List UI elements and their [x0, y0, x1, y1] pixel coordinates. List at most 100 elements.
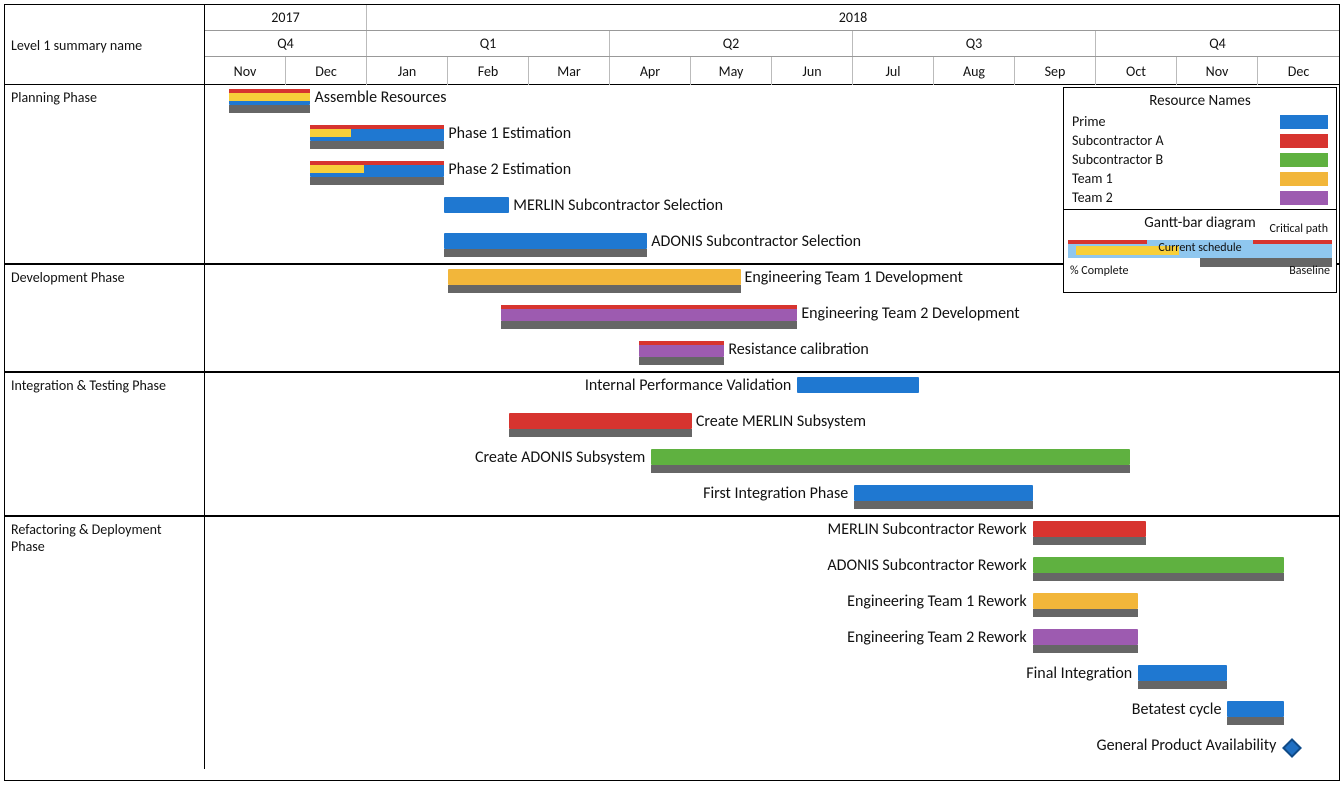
legend-item: Team 2: [1064, 188, 1336, 207]
task-label: ADONIS Subcontractor Rework: [827, 556, 1026, 575]
year-label: 2018: [367, 5, 1339, 30]
milestone-icon: [1282, 738, 1302, 758]
task-row: Internal Performance Validation: [205, 373, 1339, 409]
month-label: Aug: [934, 57, 1015, 85]
schedule-bar: [1033, 557, 1285, 573]
legend-critical-label: Critical path: [1270, 222, 1328, 236]
task-row: First Integration Phase: [205, 481, 1339, 517]
baseline-bar: [1227, 717, 1284, 725]
schedule-bar: [1138, 665, 1227, 681]
gantt-chart: Level 1 summary name 20172018 Q4Q1Q2Q3Q4…: [4, 4, 1340, 781]
gantt-bar: [651, 449, 1130, 475]
legend-swatch: [1280, 153, 1328, 167]
baseline-bar: [1033, 609, 1138, 617]
schedule-bar: [444, 233, 647, 249]
task-row: Betatest cycle: [205, 697, 1339, 733]
phase: Refactoring & Deployment PhaseMERLIN Sub…: [5, 517, 1339, 769]
task-label: Create ADONIS Subsystem: [475, 448, 645, 467]
task-label: Resistance calibration: [728, 340, 869, 359]
month-label: Nov: [205, 57, 286, 85]
month-label: Jul: [853, 57, 934, 85]
task-label: Assemble Resources: [314, 88, 446, 107]
legend-item: Prime: [1064, 112, 1336, 131]
month-label: May: [691, 57, 772, 85]
legend-complete-label: % Complete: [1070, 264, 1128, 278]
schedule-bar: [1033, 521, 1147, 537]
task-label: Create MERLIN Subsystem: [696, 412, 866, 431]
task-label: Phase 1 Estimation: [448, 124, 571, 143]
task-label: Phase 2 Estimation: [448, 160, 571, 179]
phase: Integration & Testing PhaseInternal Perf…: [5, 373, 1339, 517]
gantt-bar: [1227, 701, 1284, 727]
gantt-bar: [1033, 593, 1138, 619]
month-label: Dec: [1258, 57, 1339, 85]
legend-item: Team 1: [1064, 169, 1336, 188]
task-label: ADONIS Subcontractor Selection: [651, 232, 861, 251]
schedule-bar: [1033, 629, 1138, 645]
baseline-bar: [639, 357, 724, 365]
percent-complete-bar: [310, 129, 350, 137]
task-row: ADONIS Subcontractor Rework: [205, 553, 1339, 589]
legend-swatch: [1280, 115, 1328, 129]
task-label: Engineering Team 2 Rework: [847, 628, 1027, 647]
month-label: Feb: [448, 57, 529, 85]
chart-header: Level 1 summary name 20172018 Q4Q1Q2Q3Q4…: [5, 5, 1339, 85]
percent-complete-bar: [310, 165, 364, 173]
gantt-bar: [1033, 557, 1285, 583]
baseline-bar: [1138, 681, 1227, 689]
gantt-bar: [639, 341, 724, 367]
baseline-bar: [1033, 537, 1147, 545]
month-label: Jun: [772, 57, 853, 85]
legend-title: Resource Names: [1064, 88, 1336, 112]
quarter-label: Q3: [853, 31, 1096, 56]
gantt-bar: [854, 485, 1033, 511]
schedule-bar: [797, 377, 919, 393]
task-row: Final Integration: [205, 661, 1339, 697]
task-label: Engineering Team 1 Rework: [847, 592, 1027, 611]
timeline-header: 20172018 Q4Q1Q2Q3Q4 NovDecJanFebMarAprMa…: [205, 5, 1339, 85]
gantt-bar: [310, 161, 444, 187]
schedule-bar: [854, 485, 1033, 501]
legend-item: Subcontractor A: [1064, 131, 1336, 150]
gantt-bar: [444, 197, 509, 223]
legend-swatch: [1280, 191, 1328, 205]
legend-diagram: Critical path Current schedule % Complet…: [1064, 234, 1336, 292]
gantt-bar: [229, 89, 310, 115]
percent-complete-bar: [229, 93, 310, 101]
gantt-bar: [1033, 629, 1138, 655]
baseline-bar: [1033, 573, 1285, 581]
legend-item-label: Team 1: [1072, 170, 1113, 187]
legend-box: Resource Names Prime Subcontractor A Subco…: [1063, 87, 1337, 293]
gantt-bar: [444, 233, 647, 259]
task-label: First Integration Phase: [703, 484, 848, 503]
task-row: Create ADONIS Subsystem: [205, 445, 1339, 481]
phase-label: Development Phase: [5, 265, 205, 371]
gantt-bar: [448, 269, 740, 295]
task-label: Final Integration: [1026, 664, 1132, 683]
legend-schedule-label: Current schedule: [1064, 241, 1336, 255]
legend-item-label: Prime: [1072, 113, 1105, 130]
schedule-bar: [509, 413, 692, 429]
legend-swatch: [1280, 134, 1328, 148]
month-label: Oct: [1096, 57, 1177, 85]
task-row: General Product Availability: [205, 733, 1339, 769]
legend-item-label: Team 2: [1072, 189, 1113, 206]
baseline-bar: [854, 501, 1033, 509]
chart-body: Resource Names Prime Subcontractor A Subco…: [5, 85, 1339, 780]
baseline-bar: [310, 141, 444, 149]
quarter-label: Q2: [610, 31, 853, 56]
task-row: MERLIN Subcontractor Rework: [205, 517, 1339, 553]
legend-item-label: Subcontractor A: [1072, 132, 1164, 149]
gantt-bar: [509, 413, 692, 439]
legend-baseline-label: Baseline: [1289, 264, 1330, 278]
task-label: Betatest cycle: [1132, 700, 1222, 719]
month-label: Apr: [610, 57, 691, 85]
task-label: General Product Availability: [1096, 736, 1276, 755]
task-row: Resistance calibration: [205, 337, 1339, 373]
gantt-bar: [1033, 521, 1147, 547]
legend-item-label: Subcontractor B: [1072, 151, 1163, 168]
baseline-bar: [1033, 645, 1138, 653]
task-row: Engineering Team 1 Rework: [205, 589, 1339, 625]
task-label: MERLIN Subcontractor Selection: [513, 196, 723, 215]
gantt-bar: [310, 125, 444, 151]
